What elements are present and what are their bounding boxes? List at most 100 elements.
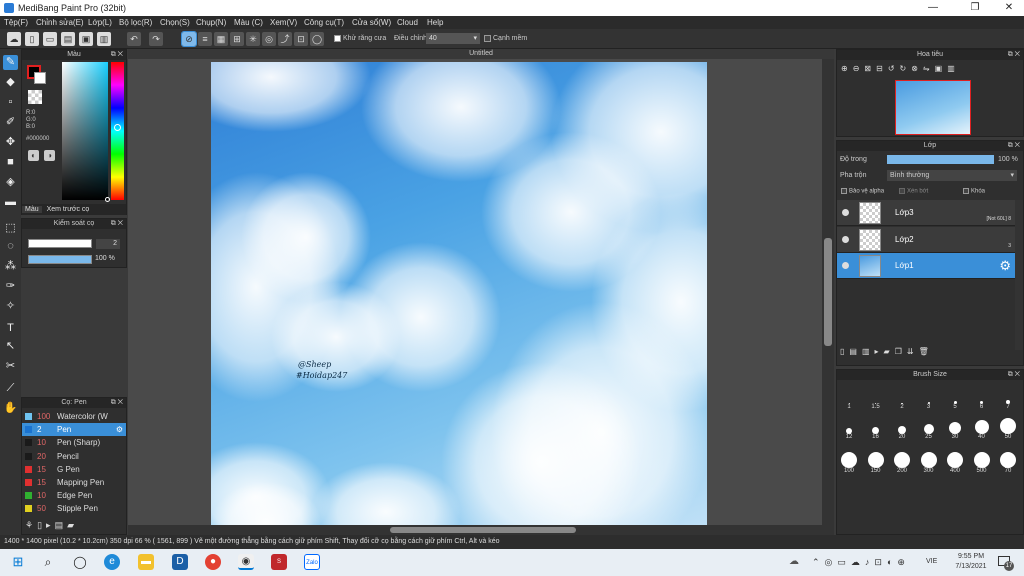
- brush-list-item[interactable]: 2 Pen ⚙: [22, 423, 126, 437]
- merge-layer-icon[interactable]: ⇊: [907, 347, 919, 356]
- brush-menu-icon[interactable]: ▸: [46, 520, 55, 530]
- lock-view-icon[interactable]: ▥: [947, 64, 960, 73]
- vertical-scroll-thumb[interactable]: [824, 238, 832, 346]
- fullscreen-icon[interactable]: ▣: [935, 64, 948, 73]
- layer-row[interactable]: Lớp3 [Not 60L] 8: [837, 200, 1015, 226]
- fill-tool-icon[interactable]: ◈: [3, 175, 18, 190]
- brush-size-preset[interactable]: 5: [943, 386, 967, 410]
- brush-size-preset[interactable]: 1: [837, 386, 861, 410]
- brush-size-preset[interactable]: 25: [917, 416, 941, 440]
- smooth-checkbox[interactable]: Cạnh mềm: [484, 33, 527, 45]
- chrome-icon[interactable]: ●: [205, 554, 221, 570]
- menu-edit[interactable]: Chỉnh sửa(E): [36, 16, 84, 29]
- blend-mode-select[interactable]: Bình thường ▾: [887, 170, 1017, 181]
- brush-size-preset[interactable]: 40: [970, 416, 994, 440]
- menu-select[interactable]: Chọn(S): [160, 16, 190, 29]
- brush-size-preset[interactable]: 12: [837, 416, 861, 440]
- visibility-icon[interactable]: [842, 262, 849, 269]
- brush-new-icon[interactable]: ▯: [37, 520, 46, 530]
- open-icon[interactable]: ▭: [43, 32, 57, 46]
- brush-size-preset[interactable]: 200: [890, 450, 914, 474]
- parallel-snap-icon[interactable]: ≡: [198, 32, 212, 46]
- perspective-icon[interactable]: ⊡: [294, 32, 308, 46]
- circle-snap-icon[interactable]: ◎: [262, 32, 276, 46]
- brush-size-preset[interactable]: 6: [970, 386, 994, 410]
- redo-icon[interactable]: ↷: [149, 32, 163, 46]
- background-color-swatch[interactable]: [34, 72, 46, 84]
- brush-list-item[interactable]: 100 Watercolor (W: [22, 410, 126, 423]
- brush-add-icon[interactable]: ⚘: [25, 520, 37, 530]
- undo-icon[interactable]: ↶: [127, 32, 141, 46]
- pen-tool-icon[interactable]: ✐: [3, 115, 18, 130]
- zalo-icon[interactable]: Zalo: [304, 554, 320, 570]
- hue-cursor[interactable]: [114, 124, 121, 131]
- new-halftone-layer-icon[interactable]: ▤: [849, 347, 862, 356]
- edge-icon[interactable]: e: [104, 554, 120, 570]
- brush-opacity-slider[interactable]: [28, 255, 92, 264]
- menu-help[interactable]: Help: [427, 16, 443, 29]
- visibility-icon[interactable]: [842, 235, 849, 243]
- menu-capture[interactable]: Chụp(N): [196, 16, 226, 29]
- shopee-icon[interactable]: S: [271, 554, 287, 570]
- settings-doc-icon[interactable]: ▥: [97, 32, 111, 46]
- task-view-icon[interactable]: ◯: [72, 554, 88, 570]
- brush-folder-icon[interactable]: ▰: [67, 520, 78, 530]
- layer-opacity-slider[interactable]: [887, 155, 994, 164]
- operation-tool-icon[interactable]: ↖: [3, 339, 18, 354]
- grid-snap-icon[interactable]: ▦: [214, 32, 228, 46]
- menu-color[interactable]: Màu (C): [234, 16, 263, 29]
- menu-view[interactable]: Xem(V): [270, 16, 297, 29]
- file-explorer-icon[interactable]: ▬: [138, 554, 154, 570]
- clipping-checkbox[interactable]: Xén bớt: [899, 188, 928, 195]
- select-eraser-icon[interactable]: ✧: [3, 299, 18, 314]
- adjust-select[interactable]: 40 ▾: [426, 33, 480, 44]
- brush-size-preset[interactable]: 50: [996, 416, 1020, 440]
- protect-alpha-checkbox[interactable]: Bảo vệ alpha: [841, 188, 884, 195]
- eraser-tool-icon[interactable]: ◆: [3, 75, 18, 90]
- new-layer-icon[interactable]: ▯: [840, 347, 849, 356]
- move-tool-icon[interactable]: ✥: [3, 135, 18, 150]
- new-file-icon[interactable]: ▯: [25, 32, 39, 46]
- horizontal-scroll-thumb[interactable]: [390, 527, 576, 533]
- menu-cloud[interactable]: Cloud: [397, 16, 418, 29]
- palette-icon[interactable]: ◐: [28, 150, 39, 161]
- layer-add-menu-icon[interactable]: ▸: [875, 347, 884, 356]
- maximize-button[interactable]: ❐: [960, 0, 990, 16]
- gradient-tool-icon[interactable]: ▬: [3, 195, 18, 210]
- brush-size-preset[interactable]: 300: [917, 450, 941, 474]
- medibang-taskbar-icon[interactable]: ◉: [238, 554, 254, 570]
- ruler-icon[interactable]: ◯: [310, 32, 324, 46]
- layer-folder-icon[interactable]: ▰: [884, 347, 895, 356]
- brush-copy-icon[interactable]: ▤: [55, 520, 68, 530]
- delete-layer-icon[interactable]: 🗑: [919, 347, 934, 356]
- rotate-left-icon[interactable]: ↺: [888, 64, 900, 73]
- menu-window[interactable]: Cửa sổ(W): [352, 16, 391, 29]
- divide-tool-icon[interactable]: ✂: [3, 359, 18, 374]
- duplicate-layer-icon[interactable]: ❐: [895, 347, 907, 356]
- antialias-checkbox[interactable]: Khử răng cưa: [334, 33, 386, 45]
- brush-list-item[interactable]: 10 Edge Pen: [22, 489, 126, 502]
- brush-list-item[interactable]: 20 Pencil: [22, 450, 126, 463]
- fit-icon[interactable]: ⊠: [864, 64, 876, 73]
- layer-settings-icon[interactable]: ⚙: [999, 258, 1011, 274]
- brush-list-item[interactable]: 15 Mapping Pen: [22, 476, 126, 489]
- brush-size-value[interactable]: 2: [96, 239, 120, 249]
- brush-list-item[interactable]: 15 G Pen: [22, 463, 126, 476]
- lasso-tool-icon[interactable]: ◌: [3, 239, 18, 254]
- brush-list-item[interactable]: 50 Stipple Pen: [22, 502, 126, 515]
- brush-size-preset[interactable]: 400: [943, 450, 967, 474]
- radial-snap-icon[interactable]: ✳: [246, 32, 260, 46]
- brush-list-item[interactable]: 10 Pen (Sharp): [22, 436, 126, 449]
- windows-start-icon[interactable]: ⊞: [10, 554, 26, 570]
- layer-row[interactable]: Lớp1 ⚙: [837, 253, 1015, 279]
- dot-tool-icon[interactable]: ▫: [3, 95, 18, 110]
- layer-row[interactable]: Lớp2 3: [837, 226, 1015, 253]
- close-button[interactable]: ✕: [994, 0, 1024, 16]
- brush-size-preset[interactable]: 7: [996, 386, 1020, 410]
- brush-size-preset[interactable]: 20: [890, 416, 914, 440]
- brush-settings-icon[interactable]: ⚙: [116, 423, 123, 436]
- tab-brush-preview[interactable]: Xem trước cọ: [44, 206, 93, 213]
- select-pen-icon[interactable]: ✑: [3, 279, 18, 294]
- brush-tool-icon[interactable]: ✎: [3, 55, 18, 70]
- lock-checkbox[interactable]: Khóa: [963, 188, 985, 195]
